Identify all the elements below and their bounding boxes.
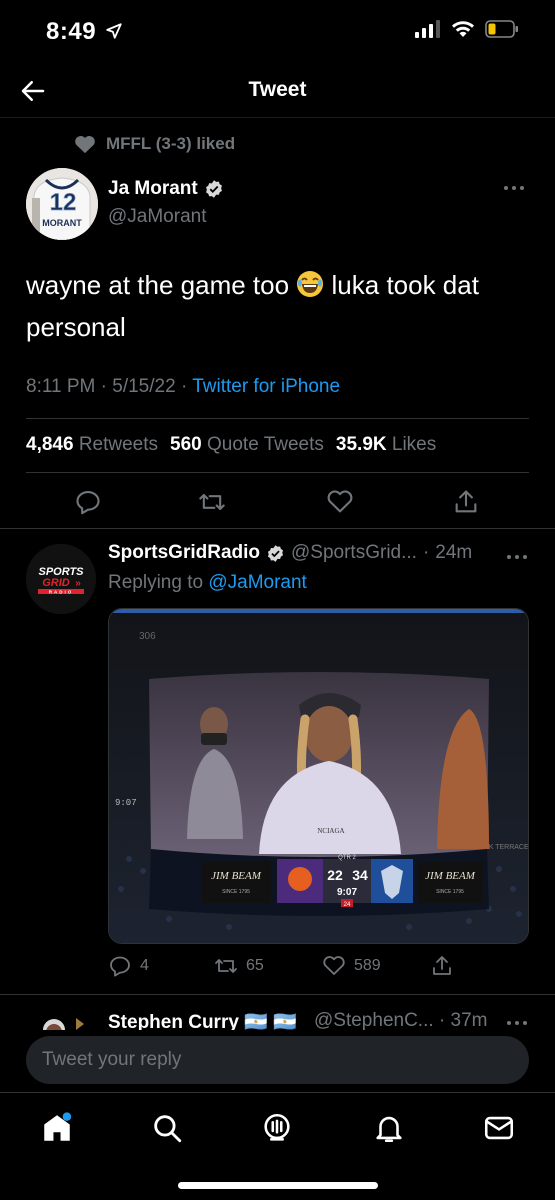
divider [0, 994, 555, 995]
author-handle[interactable]: @JaMorant [108, 206, 207, 228]
svg-text:9:07: 9:07 [337, 887, 357, 898]
svg-text:12: 12 [50, 189, 77, 216]
retweet-button[interactable] [198, 488, 226, 516]
tweet-source-link[interactable]: Twitter for iPhone [192, 376, 340, 397]
more-options-button[interactable] [502, 180, 526, 196]
verified-badge-icon [267, 544, 284, 562]
svg-text:SINCE 1795: SINCE 1795 [436, 889, 464, 895]
svg-text:JIM BEAM: JIM BEAM [425, 870, 476, 882]
tab-spaces[interactable] [260, 1111, 294, 1145]
svg-text:QTR 2: QTR 2 [338, 855, 356, 861]
share-button[interactable] [452, 488, 480, 516]
reply-retweet-button[interactable]: 65 [214, 954, 264, 978]
tweet-stats: 4,846 Retweets 560 Quote Tweets 35.9K Li… [26, 434, 436, 456]
retweet-icon [215, 959, 237, 973]
svg-text:GRID: GRID [42, 577, 70, 589]
more-dots-icon [507, 1021, 527, 1025]
tab-home[interactable] [40, 1111, 74, 1145]
svg-text:SINCE 1795: SINCE 1795 [222, 889, 250, 895]
svg-text:NCIAGA: NCIAGA [317, 827, 344, 835]
tab-messages[interactable] [482, 1111, 516, 1145]
retweet-icon [199, 493, 225, 511]
svg-text:22: 22 [327, 867, 343, 883]
svg-text:MORANT: MORANT [42, 218, 82, 228]
heart-outline-icon [323, 956, 345, 975]
reply-actions: 4 65 589 [108, 954, 528, 980]
tweet-author: 12 MORANT Ja Morant @JaMorant [26, 166, 526, 242]
like-button[interactable] [326, 488, 354, 516]
wifi-icon [452, 21, 474, 37]
svg-text:24: 24 [344, 902, 351, 908]
more-dots-icon [504, 186, 524, 190]
page-title: Tweet [248, 78, 307, 101]
reply-age: 24m [435, 542, 473, 563]
location-arrow-icon [106, 23, 122, 39]
share-icon [455, 490, 477, 513]
quote-tweets-stat[interactable]: 560 Quote Tweets [170, 434, 324, 456]
retweets-stat[interactable]: 4,846 Retweets [26, 434, 158, 456]
reply-icon [110, 956, 130, 977]
reply-button[interactable] [74, 488, 102, 516]
bell-icon [376, 1116, 402, 1143]
social-context-text: MFFL (3-3) liked [106, 134, 236, 153]
tweet-actions [0, 486, 555, 518]
author-name[interactable]: Ja Morant [108, 178, 224, 200]
search-icon [154, 1115, 182, 1143]
home-icon [44, 1112, 72, 1141]
reply-like-button[interactable]: 589 [322, 954, 381, 978]
reply-reply-button[interactable]: 4 [108, 954, 149, 978]
svg-text:»: » [75, 578, 81, 589]
status-bar: 8:49 [0, 0, 555, 64]
more-dots-icon [507, 555, 527, 559]
svg-text:306: 306 [139, 631, 156, 642]
tweet-text: wayne at the game too luka took dat pers… [26, 266, 531, 346]
top-nav-header: Tweet [0, 64, 555, 118]
reply-author-handle[interactable]: @SportsGrid... [291, 542, 417, 564]
tweet-text-part-1: wayne at the game too [26, 270, 297, 300]
spaces-microphone-icon [264, 1113, 290, 1141]
svg-text:34: 34 [352, 867, 368, 883]
battery-low-icon [485, 20, 518, 38]
share-icon [433, 956, 451, 975]
next-reply-avatar [43, 1018, 84, 1030]
author-avatar[interactable]: 12 MORANT [26, 168, 98, 240]
next-reply-handle: @StephenC... · 37m [314, 1010, 488, 1030]
divider [0, 528, 555, 529]
divider [26, 472, 529, 473]
reply-more-options-button[interactable] [505, 550, 529, 564]
tweet-time: 8:11 PM [26, 376, 96, 397]
verified-badge-icon [205, 180, 222, 198]
tweet-date: 5/15/22 [112, 376, 176, 397]
reply-author-avatar[interactable]: SPORTS GRID » RADIO [26, 544, 96, 614]
svg-text:JIM BEAM: JIM BEAM [211, 870, 262, 882]
reply-header: SportsGridRadio @SportsGrid... · 24m [108, 542, 473, 564]
compose-reply-bar [0, 1030, 555, 1092]
reply-author-name[interactable]: SportsGridRadio [108, 542, 260, 564]
tab-notifications[interactable] [372, 1111, 406, 1145]
tweet-timestamp: 8:11 PM · 5/15/22 · Twitter for iPhone [26, 376, 341, 397]
social-context[interactable]: MFFL (3-3) liked [74, 134, 235, 154]
laughing-emoji-icon [296, 270, 324, 308]
svg-text:9:07: 9:07 [115, 798, 137, 808]
envelope-icon [484, 1116, 514, 1140]
heart-outline-icon [327, 490, 353, 513]
reply-media-photo[interactable]: 306 9:07 ANK TERRACE NCIAGA JIM BEAM SIN… [108, 608, 529, 944]
status-icons [415, 20, 519, 38]
next-reply-author-name: Stephen Curry 🇦🇷 🇦🇷 [108, 1012, 297, 1030]
heart-filled-icon [75, 135, 95, 154]
replying-to: Replying to @JaMorant [108, 572, 307, 593]
reply-share-button[interactable] [430, 954, 454, 978]
author-name-text: Ja Morant [108, 178, 198, 199]
reply-icon [76, 491, 100, 515]
next-reply-preview[interactable]: Stephen Curry 🇦🇷 🇦🇷 @StephenC... · 37m [0, 1010, 555, 1030]
tab-explore[interactable] [150, 1111, 184, 1145]
replying-to-link[interactable]: @JaMorant [208, 572, 307, 593]
status-time: 8:49 [46, 18, 123, 46]
divider [26, 418, 529, 419]
likes-stat[interactable]: 35.9K Likes [336, 434, 436, 456]
home-indicator[interactable] [178, 1182, 378, 1189]
reply-input[interactable] [26, 1036, 529, 1084]
svg-text:RADIO: RADIO [49, 589, 74, 594]
cellular-signal-icon [415, 20, 440, 38]
